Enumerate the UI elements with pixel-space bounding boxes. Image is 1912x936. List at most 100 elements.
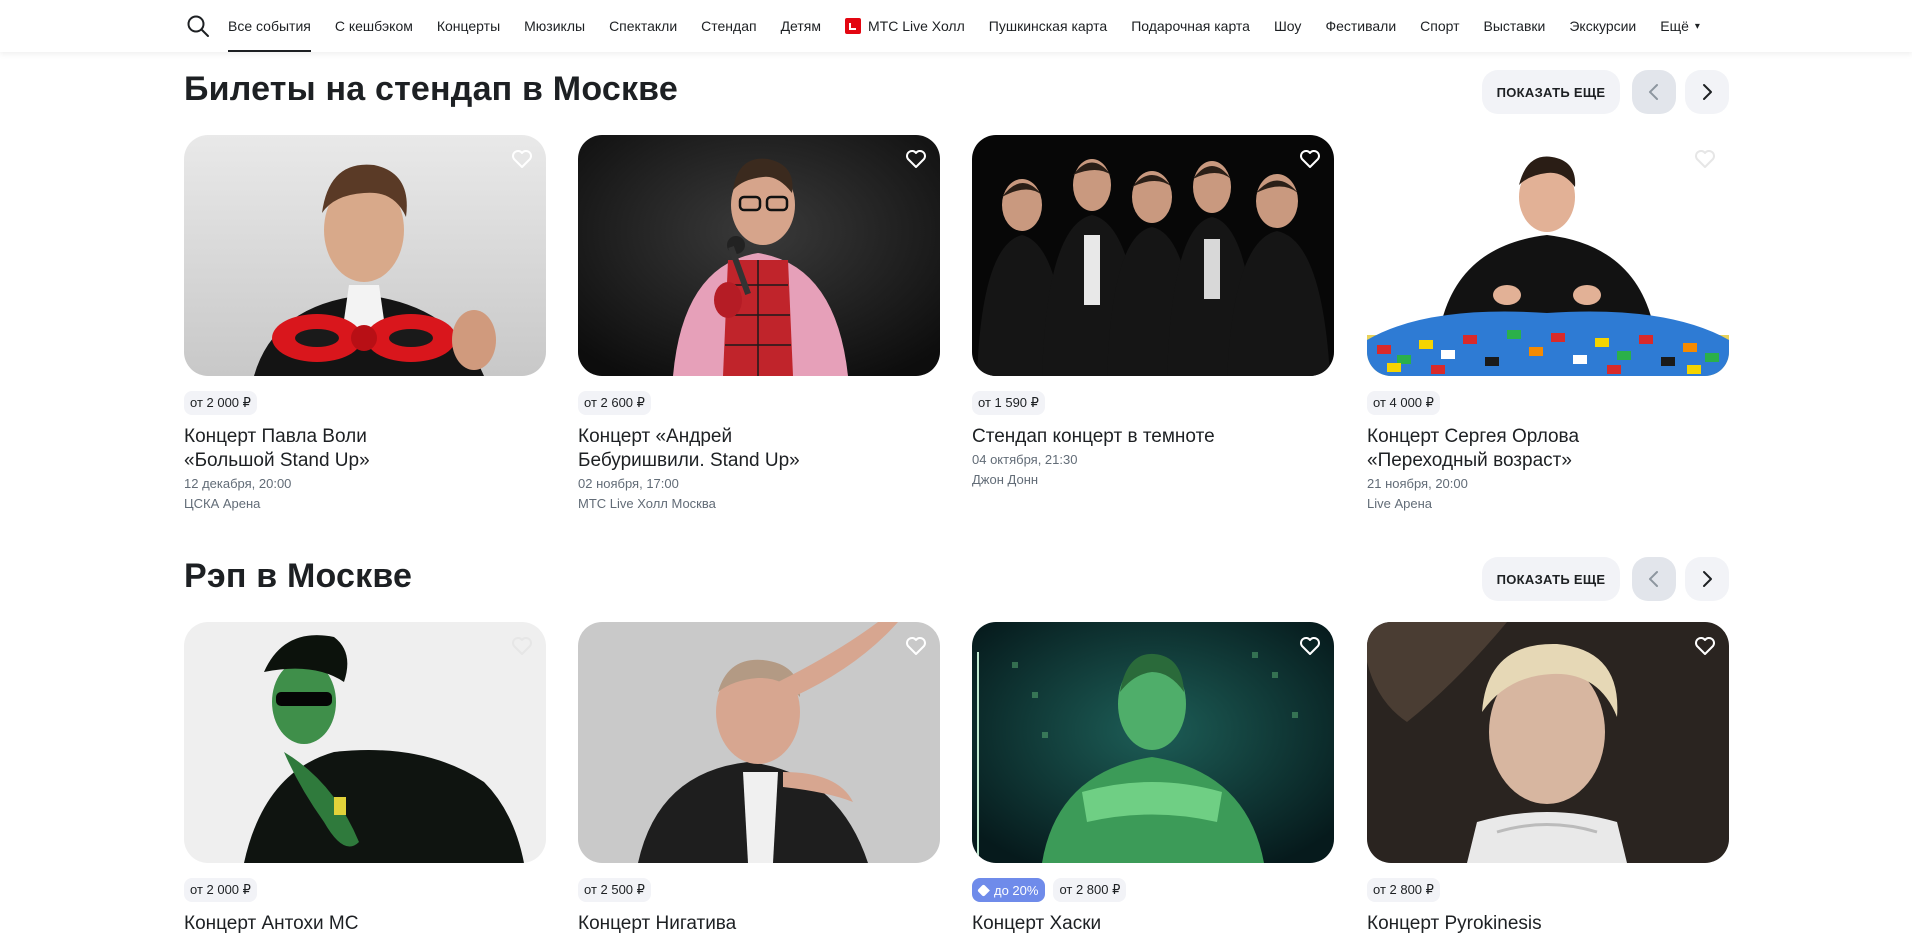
section-title: Билеты на стендап в Москве: [184, 70, 678, 108]
tab-kids[interactable]: Детям: [769, 0, 833, 52]
event-image[interactable]: [972, 622, 1334, 863]
heart-icon[interactable]: [1298, 147, 1322, 171]
tab-label: Выставки: [1483, 18, 1546, 34]
tab-label: Концерты: [436, 18, 501, 34]
event-image[interactable]: [184, 622, 546, 863]
card-badges: от 1 590 ₽: [972, 391, 1045, 415]
chevron-right-icon: [1703, 571, 1712, 587]
carousel-prev-button[interactable]: [1632, 557, 1676, 601]
event-card[interactable]: от 2 500 ₽ Концерт Нигатива: [578, 622, 940, 934]
event-title[interactable]: Концерт Антохи МС: [184, 912, 546, 936]
event-title[interactable]: Концерт «Андрей Бебуришвили. Stand Up»: [578, 425, 828, 473]
event-title[interactable]: Стендап концерт в темноте: [972, 425, 1334, 449]
event-date: 04 октября, 21:30: [972, 452, 1078, 467]
section-standup: Билеты на стендап в Москве ПОКАЗАТЬ ЕЩЕ: [184, 70, 1729, 520]
event-date: 02 ноября, 17:00: [578, 476, 679, 491]
carousel-next-button[interactable]: [1685, 70, 1729, 114]
card-badges: от 2 800 ₽: [1367, 878, 1440, 902]
event-title[interactable]: Концерт Сергея Орлова «Переходный возрас…: [1367, 425, 1607, 473]
event-image[interactable]: [184, 135, 546, 376]
tab-label: Подарочная карта: [1131, 18, 1250, 34]
event-card[interactable]: от 2 600 ₽ Концерт «Андрей Бебуришвили. …: [578, 135, 940, 511]
event-venue: Live Арена: [1367, 496, 1432, 511]
chevron-down-icon: ▾: [1694, 20, 1700, 32]
card-badges: до 20% от 2 800 ₽: [972, 878, 1127, 902]
event-date: 12 декабря, 20:00: [184, 476, 292, 491]
show-more-button[interactable]: ПОКАЗАТЬ ЕЩЕ: [1482, 557, 1620, 601]
event-card[interactable]: от 4 000 ₽ Концерт Сергея Орлова «Перехо…: [1367, 135, 1729, 511]
carousel-prev-button[interactable]: [1632, 70, 1676, 114]
chevron-left-icon: [1649, 571, 1658, 587]
category-tabs: Все события С кешбэком Концерты Мюзиклы …: [216, 0, 1712, 52]
price-badge: от 2 000 ₽: [184, 878, 257, 902]
card-badges: от 2 500 ₽: [578, 878, 651, 902]
card-badges: от 4 000 ₽: [1367, 391, 1440, 415]
section-title: Рэп в Москве: [184, 557, 413, 595]
card-badges: от 2 000 ₽: [184, 391, 257, 415]
tab-standup[interactable]: Стендап: [689, 0, 768, 52]
event-card[interactable]: до 20% от 2 800 ₽ Концерт Хаски: [972, 622, 1334, 934]
event-card[interactable]: от 2 800 ₽ Концерт Pyrokinesis: [1367, 622, 1729, 934]
section-rap: Рэп в Москве ПОКАЗАТЬ ЕЩЕ от 2 000 ₽ Кон…: [184, 557, 1729, 934]
price-badge: от 2 600 ₽: [578, 391, 651, 415]
event-card[interactable]: от 2 000 ₽ Концерт Павла Воли «Большой S…: [184, 135, 546, 511]
card-badges: от 2 600 ₽: [578, 391, 651, 415]
heart-icon[interactable]: [510, 634, 534, 658]
tab-label: С кешбэком: [334, 18, 413, 34]
tab-label: Все события: [228, 18, 311, 34]
price-badge: от 2 800 ₽: [1053, 878, 1127, 902]
event-venue: ЦСКА Арена: [184, 496, 261, 511]
price-badge: от 4 000 ₽: [1367, 391, 1440, 415]
tab-more[interactable]: Ещё ▾: [1648, 0, 1712, 52]
tab-all-events[interactable]: Все события: [216, 0, 323, 52]
tab-label: МТС Live Холл: [867, 18, 965, 34]
carousel-next-button[interactable]: [1685, 557, 1729, 601]
event-title[interactable]: Концерт Pyrokinesis: [1367, 912, 1729, 936]
chevron-right-icon: [1703, 84, 1712, 100]
tab-show[interactable]: Шоу: [1262, 0, 1313, 52]
event-card[interactable]: от 2 000 ₽ Концерт Антохи МС: [184, 622, 546, 934]
event-image[interactable]: [1367, 135, 1729, 376]
tag-icon: [977, 883, 990, 897]
event-image[interactable]: [1367, 622, 1729, 863]
event-title[interactable]: Концерт Нигатива: [578, 912, 940, 936]
heart-icon[interactable]: [904, 147, 928, 171]
tab-plays[interactable]: Спектакли: [597, 0, 689, 52]
tab-mts-live-hall[interactable]: МТС Live Холл: [833, 0, 977, 52]
event-image[interactable]: [578, 135, 940, 376]
chevron-left-icon: [1649, 84, 1658, 100]
tab-exhibitions[interactable]: Выставки: [1472, 0, 1558, 52]
tab-gift-card[interactable]: Подарочная карта: [1119, 0, 1262, 52]
discount-badge: до 20%: [972, 878, 1046, 902]
tab-label: Стендап: [701, 18, 757, 34]
top-navigation: Все события С кешбэком Концерты Мюзиклы …: [0, 0, 1912, 52]
tab-cashback[interactable]: С кешбэком: [323, 0, 425, 52]
heart-icon[interactable]: [510, 147, 534, 171]
event-card[interactable]: от 1 590 ₽ Стендап концерт в темноте 04 …: [972, 135, 1334, 487]
event-title[interactable]: Концерт Хаски: [972, 912, 1334, 936]
price-badge: от 2 000 ₽: [184, 391, 257, 415]
tab-concerts[interactable]: Концерты: [425, 0, 512, 52]
heart-icon[interactable]: [1693, 634, 1717, 658]
event-venue: Джон Донн: [972, 472, 1039, 487]
card-badges: от 2 000 ₽: [184, 878, 257, 902]
tab-sport[interactable]: Спорт: [1408, 0, 1471, 52]
tab-musicals[interactable]: Мюзиклы: [512, 0, 597, 52]
tab-pushkin-card[interactable]: Пушкинская карта: [977, 0, 1119, 52]
tab-festivals[interactable]: Фестивали: [1313, 0, 1408, 52]
search-icon[interactable]: [186, 14, 210, 38]
tab-label: Спорт: [1420, 18, 1460, 34]
tab-label: Детям: [780, 18, 821, 34]
mts-logo-icon: [844, 18, 861, 34]
tab-label: Ещё: [1660, 18, 1689, 34]
event-image[interactable]: [972, 135, 1334, 376]
heart-icon[interactable]: [904, 634, 928, 658]
heart-icon[interactable]: [1693, 147, 1717, 171]
event-title[interactable]: Концерт Павла Воли «Большой Stand Up»: [184, 425, 394, 473]
tab-excursions[interactable]: Экскурсии: [1557, 0, 1648, 52]
tab-label: Пушкинская карта: [988, 18, 1108, 34]
tab-label: Шоу: [1273, 18, 1302, 34]
event-image[interactable]: [578, 622, 940, 863]
show-more-button[interactable]: ПОКАЗАТЬ ЕЩЕ: [1482, 70, 1620, 114]
heart-icon[interactable]: [1298, 634, 1322, 658]
